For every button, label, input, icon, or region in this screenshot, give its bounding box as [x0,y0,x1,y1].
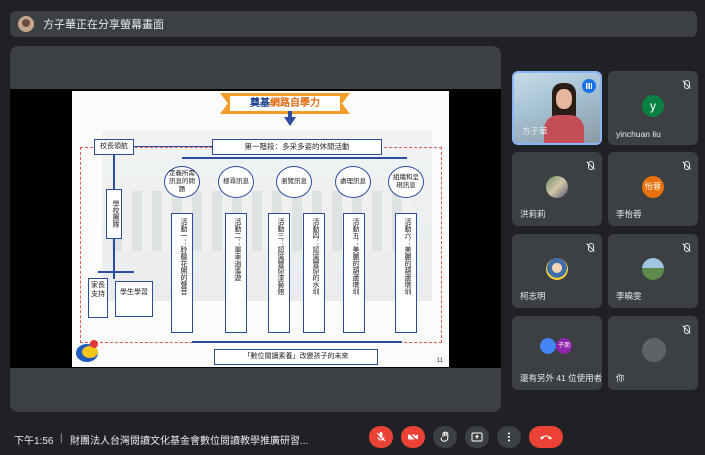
connector [98,271,134,273]
activity-4: 活動四：認識豐原的水圳 [303,213,325,333]
connector [113,155,115,189]
mic-off-icon [682,80,690,90]
avatar: y [642,95,664,117]
self-tile[interactable]: 你 [608,316,698,390]
connector [182,157,407,159]
participant-tile[interactable]: y yinchuan liu [608,71,698,145]
activity-3: 活動三：認識豐原漆藝館 [268,213,290,333]
participant-name: 李怡蓉 [616,209,642,219]
mic-off-icon [682,243,690,253]
participant-tile[interactable]: 洪莉莉 [512,152,602,226]
school-box: 學校團隊 [106,189,122,239]
foundation-logo [76,340,102,362]
ellipse-process: 處理訊息 [335,166,371,198]
mic-off-icon [682,325,690,335]
stage-box: 第一階段：多采多姿的休閒活動 [212,139,382,155]
more-vert-icon [508,432,510,442]
presentation-pane[interactable]: 奠基網路自學力 校長領航 第一階段：多采多姿的休閒活動 學校團隊 家長支持 學生… [10,46,501,412]
bottom-box: 「數位閱讀素養」改變孩子的未來 [214,349,378,365]
participant-name: 洪莉莉 [520,209,546,219]
student-box: 學生學習 [115,281,153,317]
participant-name: 柯志明 [520,291,546,301]
hand-icon [440,431,449,442]
more-participants-tile[interactable]: 子朋 還有另外 41 位使用者 [512,316,602,390]
mic-toggle-button[interactable] [369,426,393,448]
meet-window: 方子華正在分享螢幕畫面 奠基網路自學力 校長領航 第一階段：多采多姿的休閒活動 … [0,0,705,455]
speaking-indicator-icon [582,79,596,93]
mic-off-icon [376,432,386,442]
avatar [540,338,556,354]
present-icon [471,432,483,442]
activity-2: 活動二：單車逍遙遊 [225,213,247,333]
participant-name: 還有另外 41 位使用者 [520,373,602,383]
nav-box: 校長領航 [94,139,134,155]
more-options-button[interactable] [497,426,521,448]
connector [113,239,115,279]
participant-tile[interactable]: 李曉雯 [608,234,698,308]
clock: 下午1:56 [14,436,54,447]
raise-hand-button[interactable] [433,426,457,448]
activity-1: 活動一：聆聽花開的聲音 [171,213,193,333]
avatar: 子朋 [556,338,572,354]
ellipse-organize: 組織和呈現訊息 [388,166,424,198]
mic-off-icon [586,161,594,171]
mic-off-icon [586,243,594,253]
end-call-icon [540,435,552,440]
leave-call-button[interactable] [529,426,563,448]
title-text: 奠基網路自學力 [230,96,340,111]
shared-slide: 奠基網路自學力 校長領航 第一階段：多采多姿的休閒活動 學校團隊 家長支持 學生… [72,91,449,367]
avatar [546,258,568,280]
present-button[interactable] [465,426,489,448]
title-part-b: 網路自學力 [270,98,320,109]
slide-page-number: 11 [436,358,443,364]
nav-connector [132,146,212,147]
down-arrow-icon [284,111,296,126]
participant-name: 你 [616,373,625,383]
ellipse-browse: 瀏覽訊息 [276,166,312,198]
activity-5: 活動五：美麗的葫蘆墩圳 [343,213,365,333]
camera-off-icon [407,431,419,443]
ellipse-define: 定義所需訊息的問題 [164,166,200,198]
divider: | [60,433,63,444]
meeting-title: 財團法人台灣閱讀文化基金會數位閱讀教學推廣研習... [70,436,309,447]
ellipse-search: 搜尋訊息 [218,166,254,198]
activity-6: 活動六：美麗的葫蘆墩圳 [395,213,417,333]
participant-tile[interactable]: 柯志明 [512,234,602,308]
camera-toggle-button[interactable] [401,426,425,448]
parent-box: 家長支持 [88,278,108,318]
mic-off-icon [682,161,690,171]
participant-name: 李曉雯 [616,291,642,301]
avatar [546,176,568,198]
slide-title: 奠基網路自學力 [220,93,350,114]
title-part-a: 奠基 [250,98,270,109]
bottom-connector [192,341,402,343]
presenter-avatar [18,16,34,32]
participant-tile[interactable]: 方子華 [512,71,602,145]
participant-name: 方子華 [522,126,548,136]
avatar [642,338,666,362]
presenting-text: 方子華正在分享螢幕畫面 [43,19,164,31]
participant-name: yinchuan liu [616,129,661,139]
presenting-banner: 方子華正在分享螢幕畫面 [10,11,697,37]
avatar: 怡蓉 [642,176,664,198]
avatar [642,258,664,280]
participant-tile[interactable]: 怡蓉 李怡蓉 [608,152,698,226]
